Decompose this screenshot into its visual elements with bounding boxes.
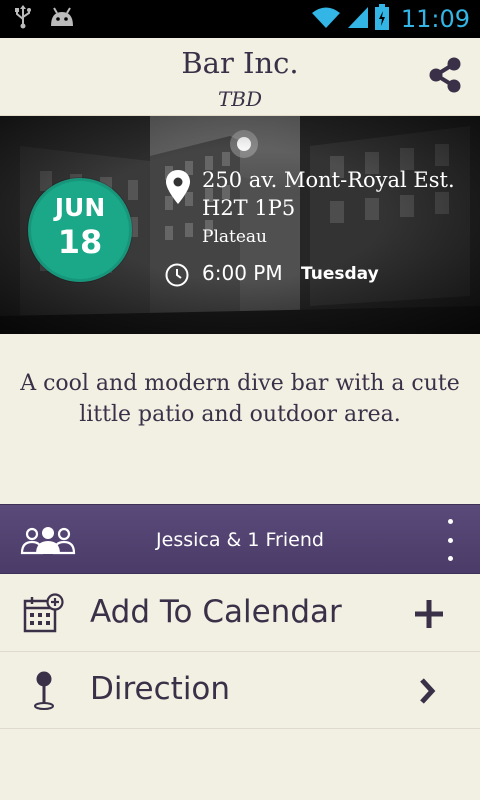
event-time: 6:00 PM [202,261,283,285]
event-header: Bar Inc. TBD [0,38,480,116]
more-vert-icon[interactable] [438,519,462,561]
share-icon [428,56,462,98]
add-to-calendar-row[interactable]: Add To Calendar [0,575,480,652]
map-pin-icon [22,670,66,712]
address-line-1: 250 av. Mont-Royal Est. [202,168,455,192]
direction-label: Direction [90,671,231,707]
attendees-bar[interactable]: Jessica & 1 Friend [0,504,480,574]
event-day: 18 [57,223,103,261]
event-month: JUN [54,193,106,222]
venue-title: Bar Inc. [181,46,299,80]
status-bar: 11:09 [0,0,480,38]
android-icon [48,6,76,32]
chevron-right-icon[interactable] [412,674,446,708]
wifi-icon [311,5,341,33]
direction-row[interactable]: Direction [0,652,480,729]
status-clock: 11:09 [400,5,470,33]
status-bar-system: 11:09 [311,4,470,34]
status-bar-notifications [14,5,76,33]
signal-icon [347,5,369,33]
neighborhood: Plateau [202,227,267,247]
share-button[interactable] [426,56,464,98]
location-pin-icon [164,168,192,206]
attendees-label: Jessica & 1 Friend [156,529,324,551]
add-to-calendar-label: Add To Calendar [90,594,342,630]
plus-icon[interactable] [412,597,446,631]
usb-icon [14,5,32,33]
event-description: A cool and modern dive bar with a cute l… [20,371,460,427]
calendar-add-icon [22,593,66,635]
venue-subtitle: TBD [217,87,263,111]
event-weekday: Tuesday [301,264,379,284]
event-date-badge: JUN 18 [28,178,132,282]
address-line-2: H2T 1P5 [202,196,296,220]
clock-icon [165,263,189,287]
battery-charging-icon [374,4,389,34]
